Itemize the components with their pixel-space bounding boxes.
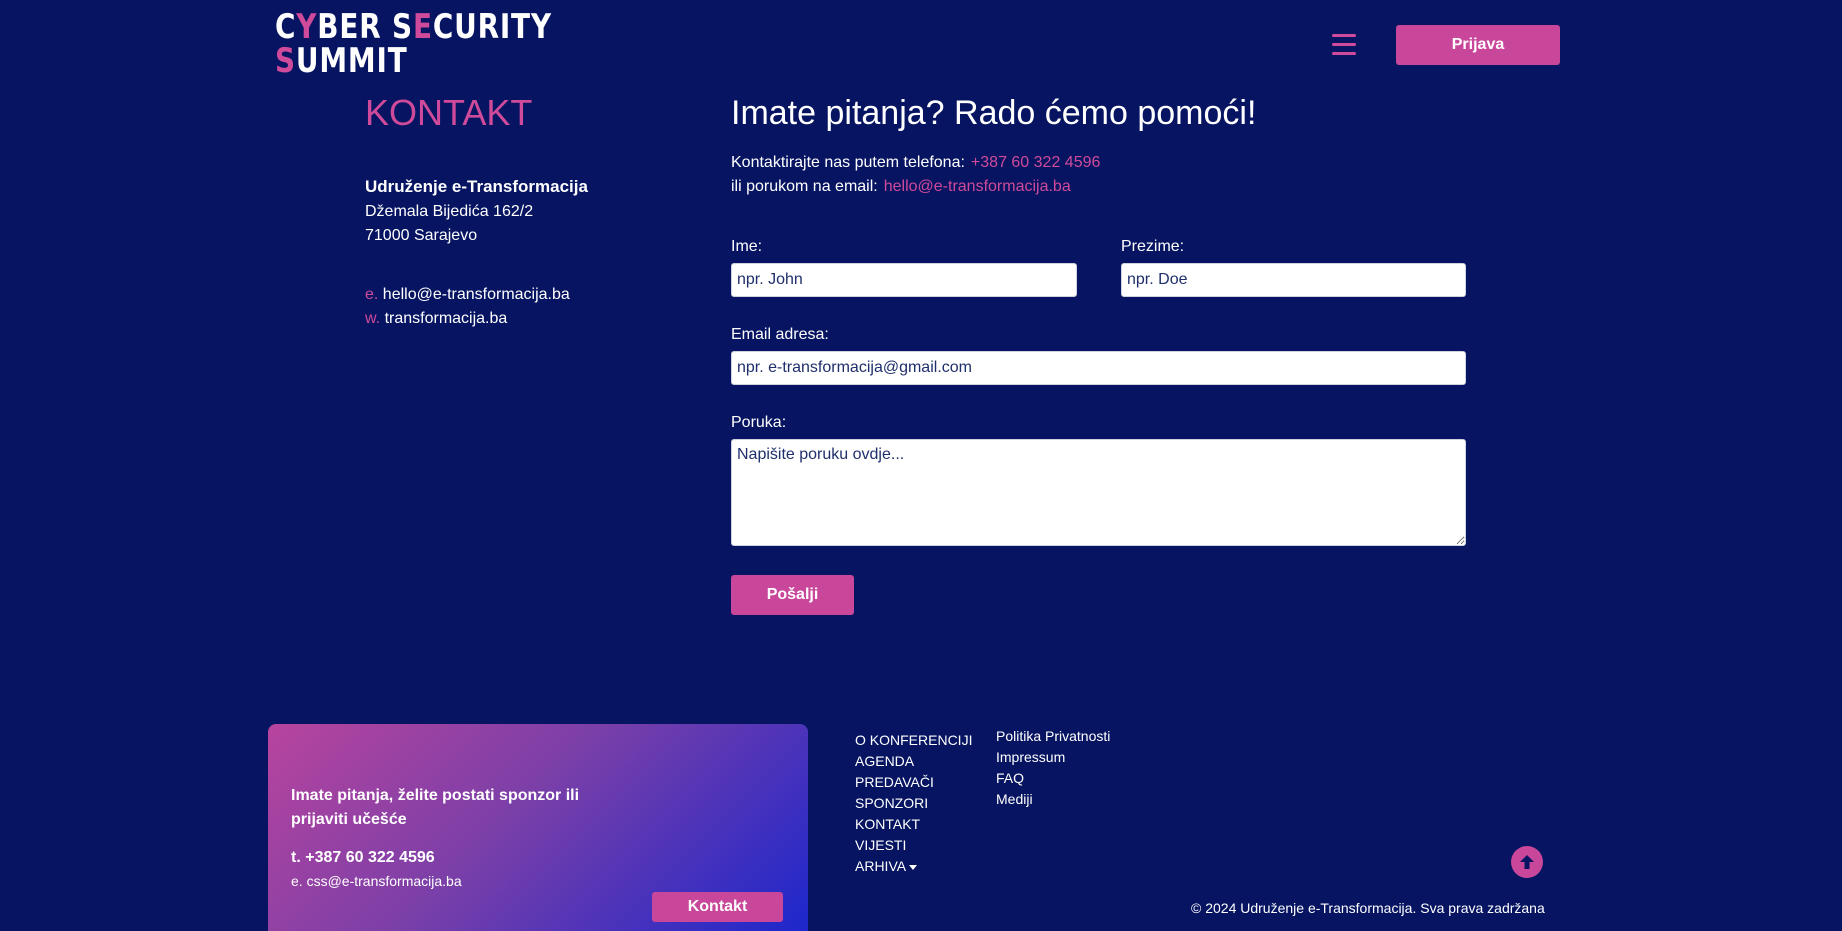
logo-text: UMMIT xyxy=(295,41,408,81)
email-field[interactable] xyxy=(731,351,1466,385)
logo-text: E xyxy=(412,7,433,47)
footer-email: e. css@e-transformacija.ba xyxy=(291,873,462,889)
footer-nav-item[interactable]: SPONZORI xyxy=(855,793,972,814)
login-button[interactable]: Prijava xyxy=(1396,25,1560,65)
phone-intro-text: Kontaktirajte nas putem telefona: xyxy=(731,154,965,171)
footer-nav-item[interactable]: PREDAVAČI xyxy=(855,772,972,793)
footer-nav-item[interactable]: AGENDA xyxy=(855,751,972,772)
email-label: Email adresa: xyxy=(731,326,829,343)
message-label: Poruka: xyxy=(731,414,787,431)
footer-link[interactable]: Mediji xyxy=(996,789,1110,810)
email-intro: ili porukom na email: hello@e-transformac… xyxy=(731,178,1071,196)
email-line: e. hello@e-transformacija.ba xyxy=(365,286,570,304)
footer-links: Politika Privatnosti Impressum FAQ Medij… xyxy=(996,726,1110,810)
submit-button[interactable]: Pošalji xyxy=(731,575,854,615)
footer-contact-button[interactable]: Kontakt xyxy=(652,892,783,922)
footer-nav-item[interactable]: KONTAKT xyxy=(855,814,972,835)
web-line: w. transformacija.ba xyxy=(365,310,507,328)
footer-nav-label: ARHIVA xyxy=(855,858,907,874)
email-link[interactable]: hello@e-transformacija.ba xyxy=(383,286,570,303)
footer-link[interactable]: Politika Privatnosti xyxy=(996,726,1110,747)
logo-text: S xyxy=(275,41,296,81)
last-name-label: Prezime: xyxy=(1121,238,1185,255)
email-intro-text: ili porukom na email: xyxy=(731,178,878,195)
footer-contact-card: Imate pitanja, želite postati sponzor il… xyxy=(268,724,808,931)
arrow-up-icon xyxy=(1520,855,1534,869)
footer-question: Imate pitanja, želite postati sponzor il… xyxy=(291,787,580,828)
hamburger-icon[interactable] xyxy=(1332,34,1356,56)
logo-text: CURITY xyxy=(432,7,552,47)
scroll-to-top-button[interactable] xyxy=(1511,846,1543,878)
caret-down-icon xyxy=(909,864,918,870)
phone-link[interactable]: +387 60 322 4596 xyxy=(971,154,1100,171)
first-name-field[interactable] xyxy=(731,263,1077,297)
form-heading: Imate pitanja? Rado ćemo pomoći! xyxy=(731,94,1257,132)
footer-nav: O KONFERENCIJI AGENDA PREDAVAČI SPONZORI… xyxy=(855,730,972,877)
footer-link[interactable]: FAQ xyxy=(996,768,1110,789)
footer-nav-item[interactable]: VIJESTI xyxy=(855,835,972,856)
email-prefix: e. xyxy=(365,286,379,303)
address-line-2: 71000 Sarajevo xyxy=(365,227,478,244)
last-name-field[interactable] xyxy=(1121,263,1466,297)
organization-name: Udruženje e-Transformacija xyxy=(365,177,588,196)
page-title: KONTAKT xyxy=(365,92,533,133)
footer-phone: t. +387 60 322 4596 xyxy=(291,849,435,866)
copyright: © 2024 Udruženje e-Transformacija. Sva p… xyxy=(1191,900,1545,916)
footer-nav-item[interactable]: O KONFERENCIJI xyxy=(855,730,972,751)
message-field[interactable] xyxy=(731,439,1466,546)
footer-link[interactable]: Impressum xyxy=(996,747,1110,768)
address-line-1: Džemala Bijedića 162/2 xyxy=(365,203,534,220)
phone-intro: Kontaktirajte nas putem telefona: +387 60… xyxy=(731,154,1100,172)
web-link[interactable]: transformacija.ba xyxy=(385,310,508,327)
site-logo[interactable]: CYBER SECURITY SUMMIT xyxy=(275,10,552,78)
web-prefix: w. xyxy=(365,310,381,327)
footer-nav-item-arhiva[interactable]: ARHIVA xyxy=(855,856,972,877)
email-link[interactable]: hello@e-transformacija.ba xyxy=(884,178,1071,195)
first-name-label: Ime: xyxy=(731,238,763,255)
